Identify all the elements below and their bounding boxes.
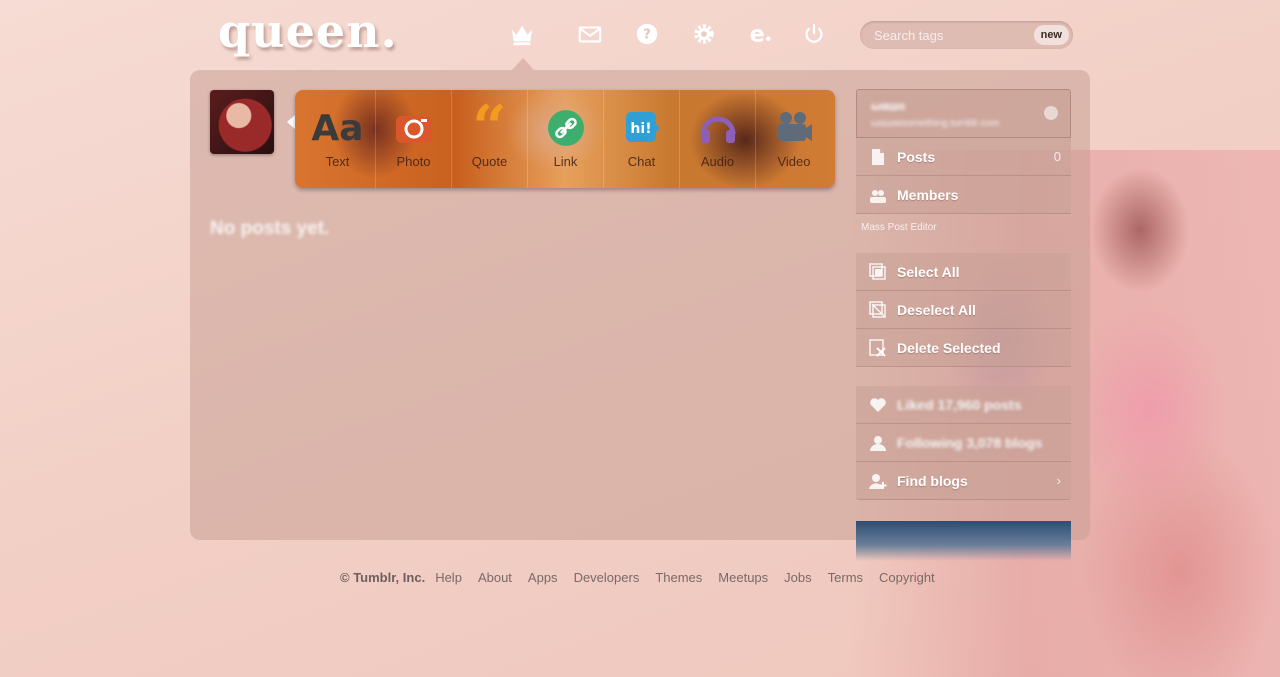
camera-icon <box>376 108 451 148</box>
blog-card[interactable]: ωαшιι ωαшιιιιsomething.tumblr.com <box>856 89 1071 138</box>
post-type-label: Chat <box>627 154 656 169</box>
user-icon <box>869 434 887 452</box>
sidebar-item-posts[interactable]: Posts 0 <box>856 138 1071 176</box>
select-all-icon <box>869 263 887 281</box>
post-type-bar: Aa Text Photo “ Quote Link hi! Chat Audi… <box>295 90 835 188</box>
sidebar-item-members[interactable]: Members <box>856 176 1071 214</box>
footer-link-apps[interactable]: Apps <box>528 570 558 585</box>
footer-link-copyright[interactable]: Copyright <box>879 570 935 585</box>
blog-url: ωαшιιιιsomething.tumblr.com <box>871 118 1000 129</box>
footer-link-terms[interactable]: Terms <box>828 570 863 585</box>
quote-icon: “ <box>472 93 507 163</box>
sidebar-item-liked[interactable]: Liked 17,960 posts <box>856 386 1071 424</box>
help-icon[interactable]: ? <box>633 20 661 48</box>
post-type-link[interactable]: Link <box>528 90 604 188</box>
footer-copyright: © Tumblr, Inc. <box>340 570 426 585</box>
post-type-label: Video <box>777 154 811 169</box>
svg-text:?: ? <box>643 28 651 43</box>
footer-link-help[interactable]: Help <box>435 570 462 585</box>
text-icon: Aa <box>311 107 364 149</box>
delete-selected-button[interactable]: Delete Selected <box>856 329 1071 367</box>
mass-post-editor-label: Mass Post Editor <box>861 222 937 233</box>
post-type-chat[interactable]: hi! Chat <box>604 90 680 188</box>
document-icon <box>869 148 887 166</box>
blog-name: ωαшιι <box>871 99 906 113</box>
e-icon[interactable]: e <box>745 20 773 48</box>
power-icon[interactable] <box>800 20 828 48</box>
delete-icon <box>869 339 887 357</box>
deselect-all-button[interactable]: Deselect All <box>856 291 1071 329</box>
deselect-all-icon <box>869 301 887 319</box>
select-all-button[interactable]: Select All <box>856 253 1071 291</box>
mail-icon[interactable] <box>576 20 604 48</box>
post-type-audio[interactable]: Audio <box>680 90 756 188</box>
post-type-label: Text <box>325 154 350 169</box>
post-type-photo[interactable]: Photo <box>376 90 452 188</box>
post-type-label: Audio <box>700 154 735 169</box>
gear-icon[interactable] <box>690 20 718 48</box>
top-navigation: ? e <box>500 10 840 58</box>
sidebar-item-following[interactable]: Following 3,078 blogs <box>856 424 1071 462</box>
post-type-video[interactable]: Video <box>756 90 832 188</box>
post-type-label: Quote <box>471 154 508 169</box>
sidebar-item-label: Members <box>897 187 959 203</box>
sidebar-item-label: Following 3,078 blogs <box>897 435 1043 451</box>
empty-posts-message: No posts yet. <box>210 218 330 239</box>
sidebar-item-label: Liked 17,960 posts <box>897 397 1022 413</box>
post-type-quote[interactable]: “ Quote <box>452 90 528 188</box>
video-camera-icon <box>756 108 832 148</box>
headphones-icon <box>680 108 755 148</box>
radar-image[interactable] <box>856 521 1071 561</box>
link-icon <box>528 108 603 148</box>
sidebar-item-label: Select All <box>897 264 960 280</box>
sidebar-item-label: Delete Selected <box>897 340 1001 356</box>
post-type-label: Link <box>553 154 578 169</box>
heart-icon <box>869 396 887 414</box>
sidebar-item-label: Find blogs <box>897 473 968 489</box>
avatar-pointer <box>287 115 295 129</box>
sidebar-item-find-blogs[interactable]: Find blogs › <box>856 462 1071 500</box>
footer-link-developers[interactable]: Developers <box>574 570 640 585</box>
posts-count: 0 <box>1053 149 1061 164</box>
crown-icon[interactable] <box>508 20 536 48</box>
footer-link-about[interactable]: About <box>478 570 512 585</box>
footer-link-jobs[interactable]: Jobs <box>784 570 811 585</box>
members-icon <box>869 186 887 204</box>
post-type-label: Photo <box>396 154 431 169</box>
post-type-text[interactable]: Aa Text <box>300 90 376 188</box>
avatar[interactable] <box>210 90 274 154</box>
sidebar-item-label: Deselect All <box>897 302 976 318</box>
search-new-button[interactable]: new <box>1033 25 1069 45</box>
sidebar-item-label: Posts <box>897 149 936 165</box>
footer-link-meetups[interactable]: Meetups <box>718 570 768 585</box>
search-input[interactable] <box>874 26 1024 44</box>
chat-icon: hi! <box>604 108 679 148</box>
chevron-right-icon: › <box>1056 473 1061 488</box>
footer-link-themes[interactable]: Themes <box>655 570 702 585</box>
search-box: new <box>860 21 1073 49</box>
svg-text:e: e <box>750 21 765 47</box>
nav-caret <box>512 58 534 70</box>
blog-settings-icon[interactable] <box>1044 106 1058 120</box>
add-user-icon <box>869 472 887 490</box>
site-logo[interactable]: queen. <box>218 4 398 58</box>
svg-text:hi!: hi! <box>630 121 651 137</box>
footer: © Tumblr, Inc. Help About Apps Developer… <box>340 570 935 585</box>
